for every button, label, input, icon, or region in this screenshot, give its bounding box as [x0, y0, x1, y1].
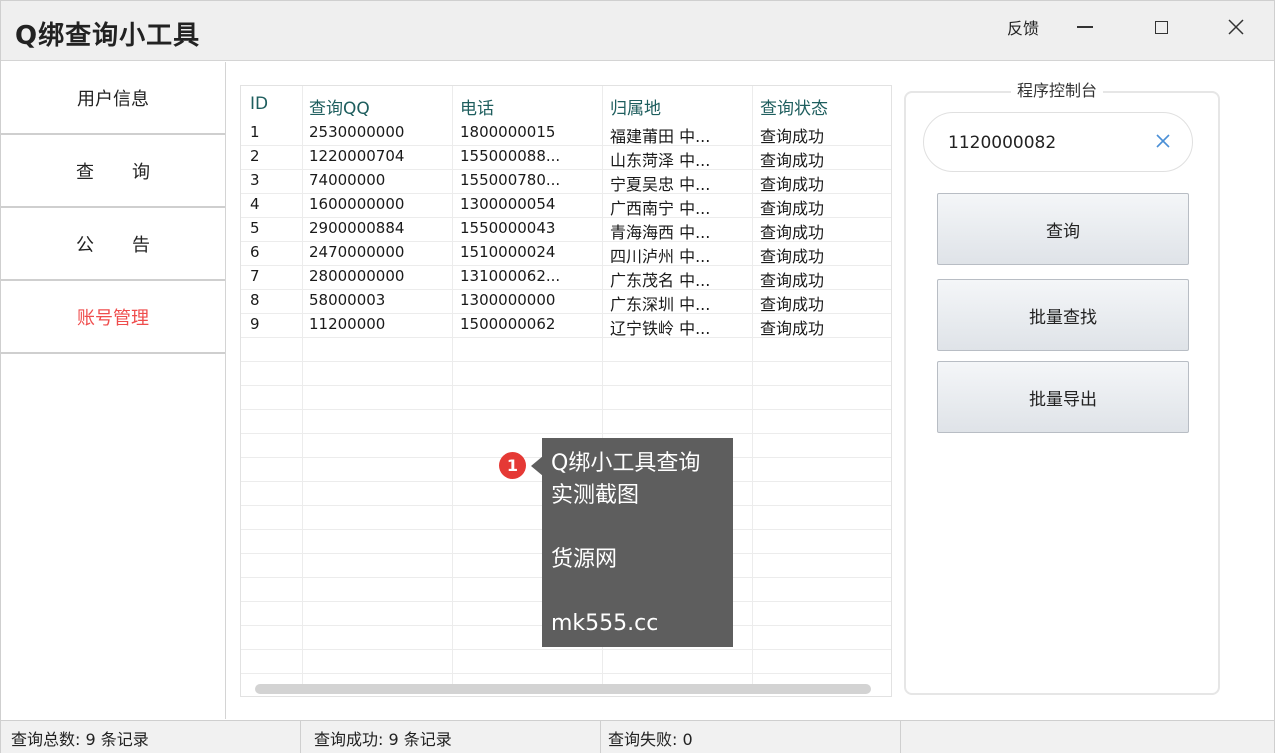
- cell-phone: 1300000000: [460, 291, 556, 309]
- cell-qq: 2800000000: [309, 267, 405, 285]
- cell-qq: 58000003: [309, 291, 386, 309]
- cell-qq: 1600000000: [309, 195, 405, 213]
- sidebar-item-account-management[interactable]: 账号管理: [1, 281, 225, 354]
- cell-phone: 1500000062: [460, 315, 556, 333]
- sidebar: 用户信息 查询 公告 账号管理: [1, 62, 226, 719]
- row-divider: [241, 433, 891, 434]
- cell-location: 辽宁铁岭 中...: [610, 319, 711, 338]
- cell-id: 5: [250, 219, 260, 237]
- cell-location: 福建莆田 中...: [610, 127, 711, 146]
- cell-phone: 131000062...: [460, 267, 561, 285]
- minimize-icon: [1077, 26, 1093, 28]
- cell-qq: 2530000000: [309, 123, 405, 141]
- annotation-tooltip: Q绑小工具查询 实测截图 货源网 mk555.cc: [542, 438, 733, 647]
- cell-phone: 155000780...: [460, 171, 561, 189]
- sidebar-item-notice[interactable]: 公告: [1, 208, 225, 281]
- status-success: 查询成功: 9 条记录: [301, 721, 601, 753]
- cell-qq: 2900000884: [309, 219, 405, 237]
- maximize-icon: [1154, 20, 1168, 34]
- tooltip-line: [551, 512, 724, 544]
- column-header-status[interactable]: 查询状态: [760, 94, 828, 119]
- cell-status: 查询成功: [760, 151, 825, 170]
- cell-status: 查询成功: [760, 223, 825, 242]
- tooltip-line: mk555.cc: [551, 611, 659, 636]
- row-divider: [241, 385, 891, 386]
- close-icon: [1228, 19, 1244, 35]
- column-header-qq[interactable]: 查询QQ: [309, 94, 370, 119]
- status-bar: 查询总数: 9 条记录 查询成功: 9 条记录 查询失败: 0: [1, 720, 1274, 753]
- cell-id: 9: [250, 315, 260, 333]
- cell-location: 青海海西 中...: [610, 223, 711, 242]
- cell-location: 广西南宁 中...: [610, 199, 711, 218]
- cell-location: 宁夏吴忠 中...: [610, 175, 711, 194]
- cell-status: 查询成功: [760, 295, 825, 314]
- column-divider: [302, 86, 303, 686]
- column-header-id[interactable]: ID: [250, 94, 268, 114]
- cell-id: 4: [250, 195, 260, 213]
- query-button[interactable]: 查询: [937, 193, 1189, 265]
- feedback-link[interactable]: 反馈: [1007, 15, 1039, 39]
- cell-status: 查询成功: [760, 271, 825, 290]
- cell-location: 四川泸州 中...: [610, 247, 711, 266]
- status-total: 查询总数: 9 条记录: [1, 721, 301, 753]
- sidebar-item-user-info[interactable]: 用户信息: [1, 62, 225, 135]
- batch-find-button[interactable]: 批量查找: [937, 279, 1189, 351]
- maximize-button[interactable]: [1139, 9, 1183, 45]
- cell-id: 8: [250, 291, 260, 309]
- column-divider: [752, 86, 753, 686]
- cell-phone: 1510000024: [460, 243, 556, 261]
- cell-phone: 1800000015: [460, 123, 556, 141]
- row-divider: [241, 409, 891, 410]
- tooltip-line: 实测截图: [551, 483, 640, 508]
- close-button[interactable]: [1214, 9, 1258, 45]
- cell-location: 广东茂名 中...: [610, 271, 711, 290]
- sidebar-item-label: 公告: [76, 234, 188, 256]
- batch-export-button[interactable]: 批量导出: [937, 361, 1189, 433]
- row-divider: [241, 361, 891, 362]
- row-divider: [241, 673, 891, 674]
- cell-status: 查询成功: [760, 247, 825, 266]
- cell-location: 广东深圳 中...: [610, 295, 711, 314]
- column-header-location[interactable]: 归属地: [610, 94, 661, 119]
- qq-input[interactable]: [948, 131, 1148, 155]
- annotation-badge: 1: [499, 452, 526, 479]
- status-failed: 查询失败: 0: [601, 721, 901, 753]
- sidebar-item-label: 用户信息: [77, 88, 149, 110]
- cell-qq: 11200000: [309, 315, 386, 333]
- cell-qq: 1220000704: [309, 147, 405, 165]
- cell-phone: 1300000054: [460, 195, 556, 213]
- cell-status: 查询成功: [760, 175, 825, 194]
- cell-phone: 1550000043: [460, 219, 556, 237]
- row-divider: [241, 649, 891, 650]
- sidebar-item-query[interactable]: 查询: [1, 135, 225, 208]
- sidebar-item-label: 账号管理: [77, 307, 149, 329]
- column-header-phone[interactable]: 电话: [460, 94, 494, 119]
- tooltip-line: [551, 576, 724, 608]
- cell-qq: 74000000: [309, 171, 386, 189]
- cell-status: 查询成功: [760, 127, 825, 146]
- cell-phone: 155000088...: [460, 147, 561, 165]
- horizontal-scrollbar[interactable]: [255, 684, 871, 694]
- tooltip-line: 货源网: [551, 547, 618, 572]
- title-bar: Q绑查询小工具 反馈: [1, 1, 1274, 61]
- cell-id: 7: [250, 267, 260, 285]
- console-title: 程序控制台: [1011, 77, 1104, 101]
- minimize-button[interactable]: [1063, 9, 1107, 45]
- cell-location: 山东菏泽 中...: [610, 151, 711, 170]
- cell-status: 查询成功: [760, 199, 825, 218]
- cell-id: 2: [250, 147, 260, 165]
- clear-icon[interactable]: [1153, 131, 1173, 151]
- cell-status: 查询成功: [760, 319, 825, 338]
- cell-id: 3: [250, 171, 260, 189]
- cell-qq: 2470000000: [309, 243, 405, 261]
- tooltip-line: Q绑小工具查询: [551, 451, 701, 476]
- column-divider: [452, 86, 453, 686]
- app-window: Q绑查询小工具 反馈 用户信息 查询 公告 账号管理 ID 查询QQ 电话 归属…: [0, 0, 1275, 753]
- cell-id: 6: [250, 243, 260, 261]
- sidebar-item-label: 查询: [76, 161, 188, 183]
- app-title: Q绑查询小工具: [15, 21, 201, 51]
- cell-id: 1: [250, 123, 260, 141]
